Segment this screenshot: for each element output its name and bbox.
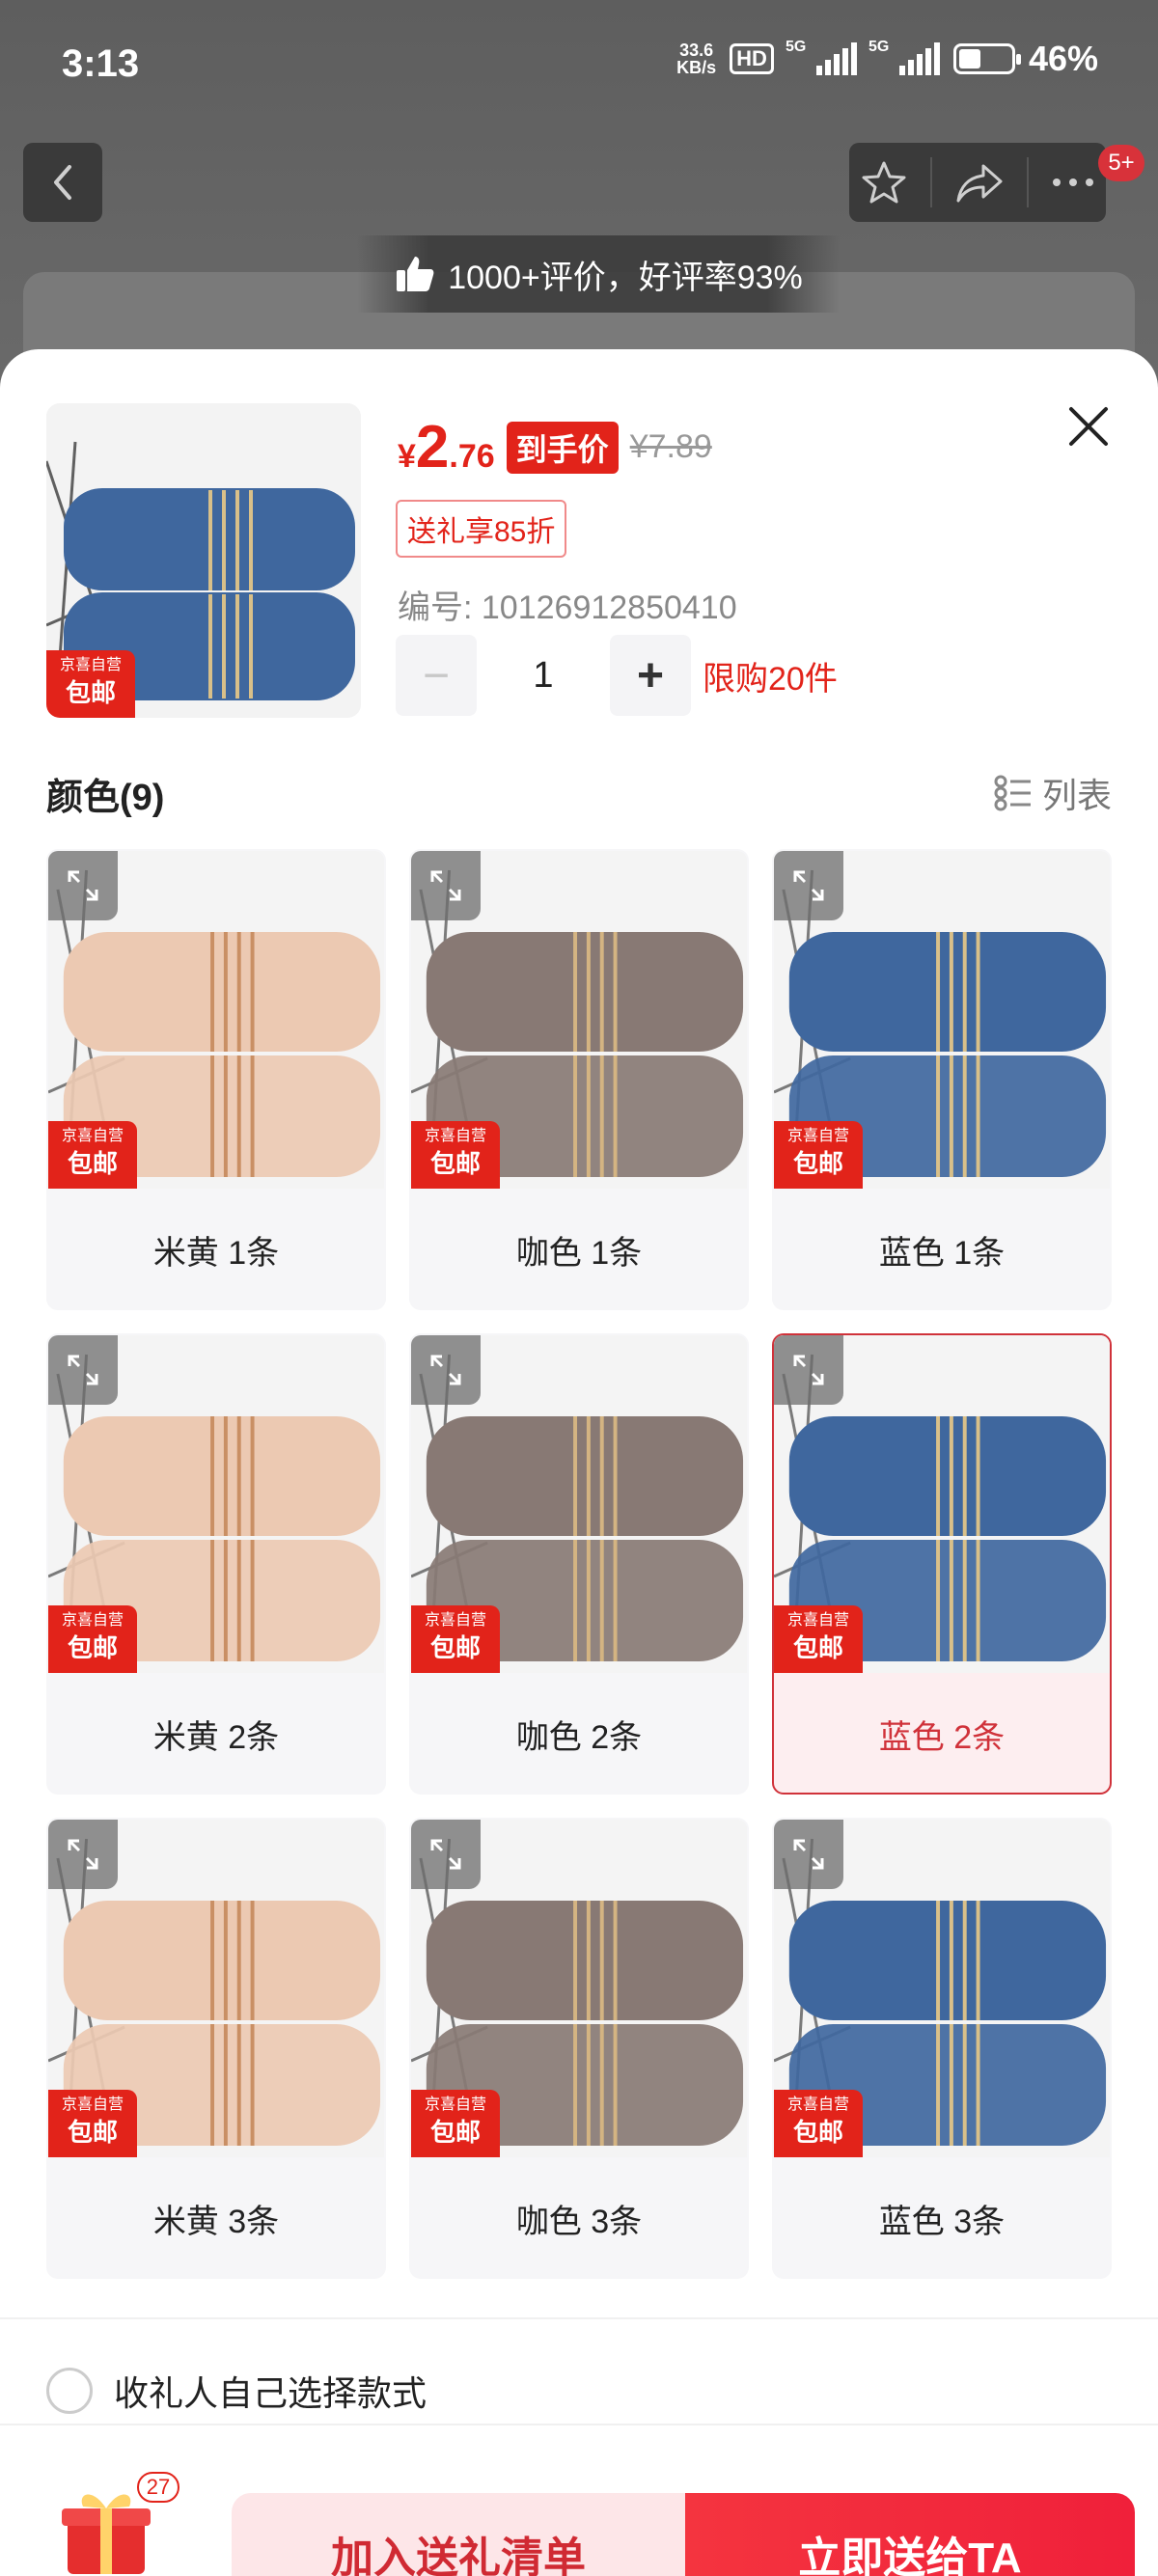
jd-self-operated-badge: 京喜自营 包邮	[774, 1605, 863, 1673]
color-option-label: 米黄 1条	[152, 1234, 280, 1272]
more-icon[interactable]	[1051, 177, 1095, 188]
sku-selector-sheet: 京喜自营 包邮 ¥ 2 .76 到手价 ¥7.89 送礼享85折 编号: 101…	[0, 349, 1158, 2576]
close-button[interactable]	[1060, 397, 1117, 455]
final-price-tag: 到手价	[506, 421, 619, 474]
radio-button[interactable]	[46, 2368, 93, 2414]
divider	[0, 2317, 1158, 2319]
jd-self-operated-badge: 京喜自营 包邮	[411, 1605, 500, 1673]
color-option-label: 米黄 2条	[152, 1718, 280, 1756]
send-gift-button[interactable]: 立即送给TA	[685, 2493, 1135, 2576]
quantity-value[interactable]: 1	[477, 655, 610, 697]
jd-self-operated-badge: 京喜自营 包邮	[774, 1121, 863, 1189]
color-option-label: 咖色 2条	[515, 1718, 643, 1756]
color-section-header: 颜色(9) 列表	[46, 764, 1112, 822]
list-icon	[994, 775, 1031, 811]
color-option-label: 蓝色 3条	[878, 2203, 1006, 2240]
expand-icon[interactable]	[48, 1335, 118, 1405]
back-button[interactable]	[23, 143, 102, 222]
jd-self-operated-badge: 京喜自营 包邮	[48, 1121, 137, 1189]
section-title: 颜色(9)	[46, 777, 165, 818]
purchase-limit: 限购20件	[703, 660, 838, 698]
status-bar: 3:13 33.6 KB/s HD 5G 5G 46%	[0, 0, 1158, 125]
jd-self-operated-badge: 京喜自营 包邮	[411, 1121, 500, 1189]
divider	[0, 2424, 1158, 2425]
color-option-label: 蓝色 1条	[878, 1234, 1006, 1272]
jd-self-operated-badge: 京喜自营 包邮	[411, 2090, 500, 2157]
price-decimal: .76	[449, 438, 495, 475]
expand-icon[interactable]	[411, 851, 481, 920]
signal-icon-2: 5G	[868, 39, 940, 75]
expand-icon[interactable]	[411, 1820, 481, 1889]
color-option-label: 米黄 3条	[152, 2203, 280, 2240]
currency-symbol: ¥	[398, 438, 416, 475]
add-to-gift-list-button[interactable]: 加入送礼清单	[232, 2493, 685, 2576]
star-icon[interactable]	[860, 158, 908, 206]
close-icon	[1069, 407, 1108, 446]
price-integer: 2	[415, 414, 450, 480]
network-speed: 33.6 KB/s	[676, 41, 717, 77]
thumbs-up-icon	[397, 257, 434, 291]
message-badge: 5+	[1098, 145, 1144, 181]
list-view-toggle[interactable]: 列表	[994, 768, 1112, 818]
product-thumbnail[interactable]: 京喜自营 包邮	[46, 403, 361, 718]
color-option-tile[interactable]: 京喜自营 包邮蓝色 1条	[772, 849, 1112, 1310]
color-option-tile[interactable]: 京喜自营 包邮咖色 1条	[409, 849, 749, 1310]
expand-icon[interactable]	[48, 851, 118, 920]
expand-icon[interactable]	[774, 1335, 843, 1405]
status-indicators: 33.6 KB/s HD 5G 5G 46%	[676, 39, 1098, 79]
jd-self-operated-badge: 京喜自营 包邮	[48, 1605, 137, 1673]
color-option-label: 咖色 1条	[515, 1234, 643, 1272]
color-option-label: 蓝色 2条	[878, 1718, 1006, 1756]
color-option-tile[interactable]: 京喜自营 包邮米黄 3条	[46, 1818, 386, 2279]
color-option-label: 咖色 3条	[515, 2203, 643, 2240]
battery-percent: 46%	[1028, 39, 1098, 78]
recipient-choose-option[interactable]: 收礼人自己选择款式	[46, 2366, 427, 2416]
jd-self-operated-badge: 京喜自营 包邮	[48, 2090, 137, 2157]
quantity-stepper: − 1 + 限购20件	[396, 635, 838, 716]
increase-button[interactable]: +	[610, 635, 691, 716]
jd-self-operated-badge: 京喜自营 包邮	[774, 2090, 863, 2157]
status-time: 3:13	[62, 42, 140, 85]
chevron-left-icon	[54, 165, 71, 200]
expand-icon[interactable]	[774, 1820, 843, 1889]
sku-number: 编号: 10126912850410	[398, 589, 737, 626]
rating-text: 1000+评价，好评率93%	[448, 259, 803, 296]
color-option-tile[interactable]: 京喜自营 包邮咖色 3条	[409, 1818, 749, 2279]
signal-icon: 5G	[786, 39, 857, 75]
price-row: ¥ 2 .76 到手价 ¥7.89	[398, 413, 712, 481]
color-option-tile[interactable]: 京喜自营 包邮蓝色 3条	[772, 1818, 1112, 2279]
share-icon[interactable]	[954, 160, 1005, 205]
jd-self-operated-badge: 京喜自营 包邮	[46, 650, 135, 718]
color-option-tile[interactable]: 京喜自营 包邮米黄 2条	[46, 1333, 386, 1795]
expand-icon[interactable]	[411, 1335, 481, 1405]
decrease-button[interactable]: −	[396, 635, 477, 716]
original-price: ¥7.89	[629, 428, 712, 465]
hd-icon: HD	[730, 43, 774, 74]
bottom-action-bar: 27 加入送礼清单 立即送给TA	[0, 2433, 1158, 2576]
list-label: 列表	[1041, 776, 1112, 815]
top-action-group	[849, 143, 1106, 222]
recipient-option-label: 收礼人自己选择款式	[114, 2373, 427, 2413]
expand-icon[interactable]	[774, 851, 843, 920]
gift-discount-tag: 送礼享85折	[396, 500, 567, 558]
divider	[1026, 157, 1029, 207]
battery-icon	[952, 43, 1021, 74]
color-option-tile[interactable]: 京喜自营 包邮米黄 1条	[46, 849, 386, 1310]
gift-list-count: 27	[137, 2472, 179, 2503]
color-option-tile[interactable]: 京喜自营 包邮咖色 2条	[409, 1333, 749, 1795]
expand-icon[interactable]	[48, 1820, 118, 1889]
color-option-tile[interactable]: 京喜自营 包邮蓝色 2条	[772, 1333, 1112, 1795]
rating-banner[interactable]: 1000+评价，好评率93%	[357, 235, 840, 313]
divider	[930, 157, 933, 207]
